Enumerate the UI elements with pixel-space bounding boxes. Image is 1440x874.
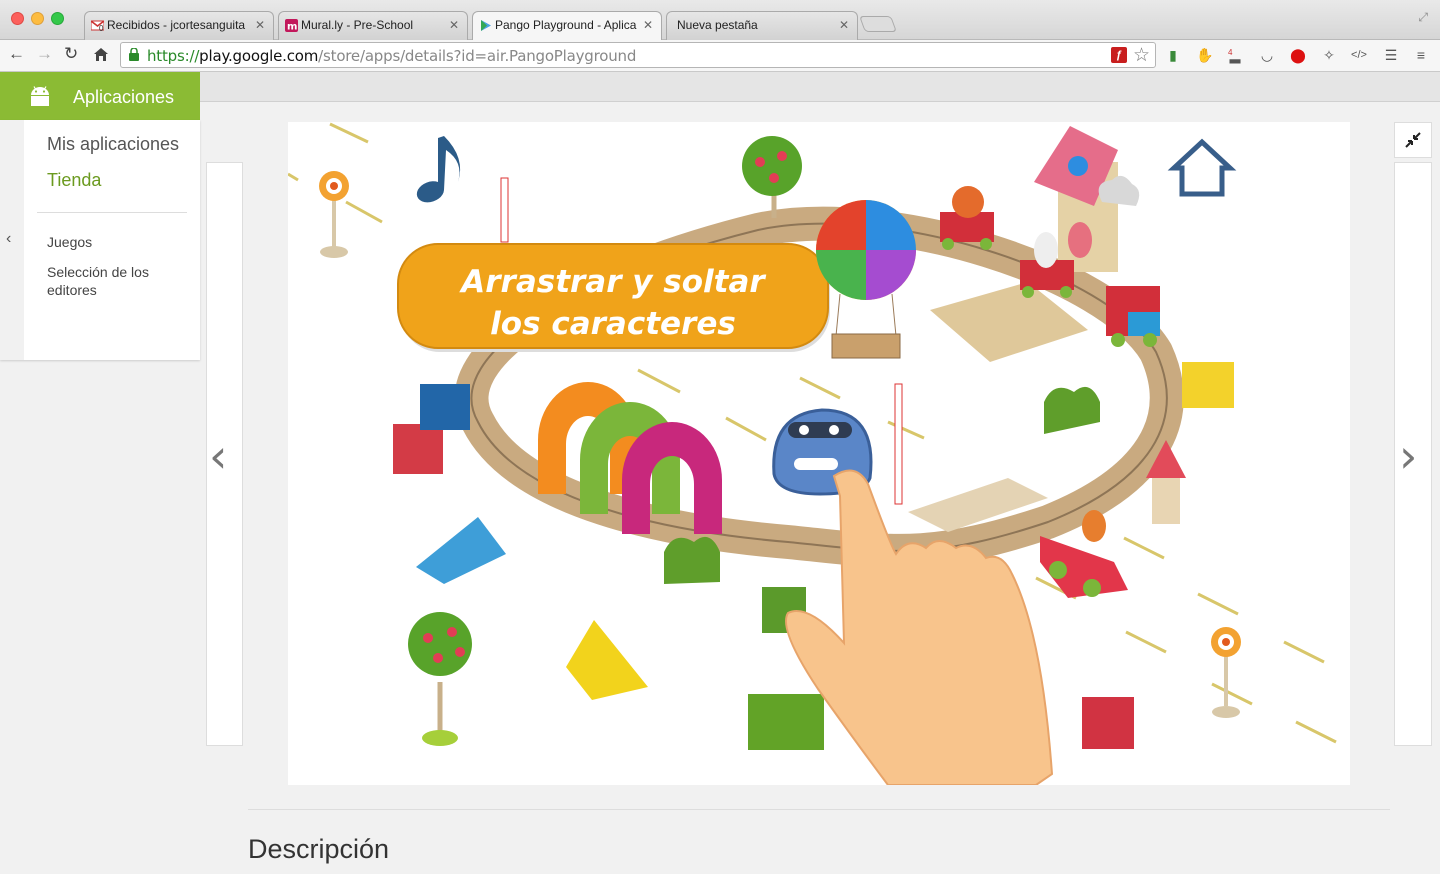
red-cube-small	[1082, 697, 1134, 749]
tab-new-tab[interactable]: Nueva pestaña ✕	[666, 11, 858, 40]
music-note-icon	[416, 136, 461, 203]
android-icon	[31, 86, 49, 106]
minimize-window-button[interactable]	[31, 12, 44, 25]
fullscreen-icon[interactable]: ⤢	[1418, 10, 1428, 25]
flash-icon[interactable]: ƒ	[1111, 47, 1127, 63]
url-text: https://play.google.com/store/apps/detai…	[147, 47, 637, 65]
tab-gmail[interactable]: 0 Recibidos - jcortesanguita ✕	[84, 11, 274, 40]
browser-toolbar: ← → ↻ https://play.google.com/store/apps…	[0, 40, 1440, 72]
sidebar-item-my-apps[interactable]: Mis aplicaciones	[47, 134, 179, 155]
close-tab-icon[interactable]: ✕	[255, 18, 265, 32]
sidebar-item-editors-choice[interactable]: Selección de los editores	[47, 263, 167, 299]
lock-icon	[129, 48, 139, 61]
sidebar-item-store[interactable]: Tienda	[47, 170, 101, 191]
gmail-badge: 0	[99, 24, 104, 33]
lightbox-next-panel[interactable]: ›	[1394, 162, 1432, 746]
sidebar-collapse-button[interactable]: ‹	[0, 120, 24, 360]
evernote-clip-icon[interactable]: ▮	[1164, 46, 1182, 64]
maximize-window-button[interactable]	[51, 12, 64, 25]
tab-label: Nueva pestaña	[677, 18, 758, 32]
play-header-bar	[0, 72, 1440, 102]
signpost-right	[1211, 627, 1241, 718]
new-tab-button[interactable]	[859, 16, 897, 32]
category-title: Aplicaciones	[73, 87, 175, 107]
tab-label: Recibidos - jcortesanguita	[107, 18, 246, 32]
lightbox-prev-panel[interactable]: ‹	[206, 162, 243, 746]
browser-tabstrip: 0 Recibidos - jcortesanguita ✕ m Mural.l…	[0, 0, 1440, 40]
play-store-icon	[481, 20, 491, 31]
code-icon[interactable]: </>	[1350, 46, 1368, 64]
menu-icon[interactable]: ≡	[1412, 46, 1430, 64]
address-bar[interactable]: https://play.google.com/store/apps/detai…	[120, 42, 1156, 68]
green-cloud	[1044, 386, 1100, 434]
blue-wedge	[416, 517, 506, 584]
evernote-icon[interactable]: ✋	[1196, 46, 1214, 64]
close-tab-icon[interactable]: ✕	[643, 18, 653, 32]
banner-line-1: Arrastrar y soltar	[458, 264, 766, 300]
category-apps-header[interactable]: Aplicaciones	[0, 72, 200, 120]
reload-icon[interactable]: ↻	[64, 44, 78, 64]
exit-fullscreen-button[interactable]	[1394, 122, 1432, 158]
forward-icon[interactable]: →	[36, 44, 53, 64]
blue-cube	[420, 384, 470, 430]
barrier-pole-top	[500, 177, 509, 243]
sidebar: ‹ Mis aplicaciones Tienda Juegos Selecci…	[0, 120, 200, 360]
svg-text:m: m	[287, 22, 297, 33]
close-window-button[interactable]	[11, 12, 24, 25]
pango-playground-scene: Arrastrar y soltar los caracteres	[288, 122, 1337, 785]
close-tab-icon[interactable]: ✕	[449, 18, 459, 32]
collapse-icon	[1405, 132, 1421, 148]
signpost-left	[319, 171, 349, 258]
pocket-icon[interactable]: ◡	[1258, 46, 1276, 64]
chevron-left-icon: ‹	[6, 230, 12, 247]
green-block	[748, 694, 824, 750]
sidebar-item-games[interactable]: Juegos	[47, 234, 92, 250]
tab-pango-playground[interactable]: Pango Playground - Aplica ✕	[472, 11, 662, 40]
feedly-icon[interactable]: ☰	[1382, 46, 1400, 64]
sidebar-divider	[37, 212, 187, 213]
home-outline-icon	[1167, 138, 1237, 197]
section-divider	[248, 809, 1390, 810]
barrier-pole-mid	[894, 383, 903, 505]
yellow-cube	[1182, 362, 1234, 408]
home-icon[interactable]	[93, 47, 109, 62]
tab-label: Mural.ly - Pre-School	[301, 18, 414, 32]
tab-murally[interactable]: m Mural.ly - Pre-School ✕	[278, 11, 468, 40]
close-tab-icon[interactable]: ✕	[839, 18, 849, 32]
yellow-wedge	[566, 620, 648, 700]
red-cube	[393, 424, 443, 474]
description-heading: Descripción	[248, 834, 390, 864]
tab-label: Pango Playground - Aplica	[495, 18, 637, 32]
hot-air-balloon	[816, 200, 916, 359]
banner-line-2: los caracteres	[490, 306, 736, 342]
back-icon[interactable]: ←	[8, 44, 25, 64]
app-screenshot: Arrastrar y soltar los caracteres	[288, 122, 1350, 785]
adblock-icon[interactable]: ⬤	[1289, 46, 1307, 64]
extension-meter-icon[interactable]: 4 ▂	[1226, 46, 1244, 64]
rss-icon[interactable]: ✧	[1320, 46, 1338, 64]
apple-tree-top	[742, 136, 802, 218]
prev-arrow-icon[interactable]: ‹	[209, 433, 227, 479]
apple-tree-bottom	[408, 612, 472, 746]
next-arrow-icon[interactable]: ›	[1399, 433, 1417, 479]
murally-icon: m	[285, 19, 298, 32]
bookmark-star-icon[interactable]: ☆	[1133, 44, 1150, 67]
green-cloud-2	[664, 536, 720, 584]
